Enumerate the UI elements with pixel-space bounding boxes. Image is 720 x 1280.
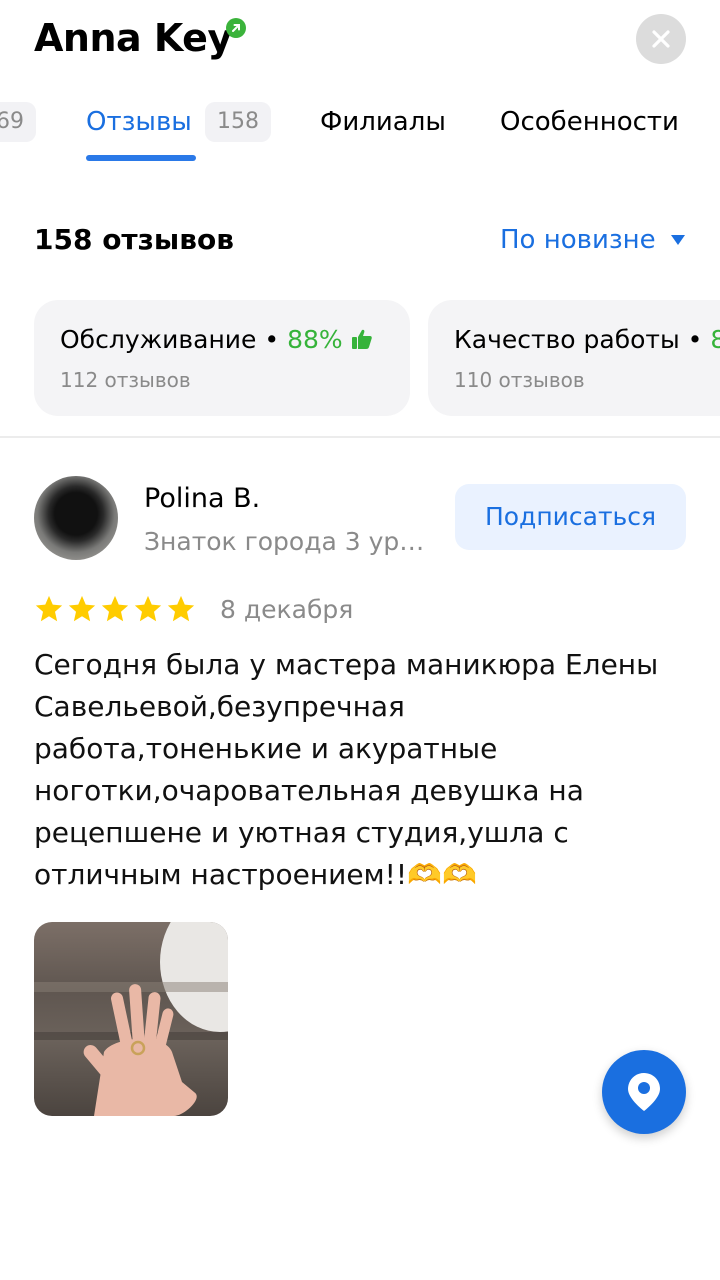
tab-count-previous[interactable]: 69 bbox=[0, 102, 36, 142]
category-subtitle: 110 отзывов bbox=[454, 368, 585, 392]
close-icon bbox=[652, 30, 670, 48]
avatar[interactable] bbox=[34, 476, 118, 560]
category-title: Обслуживание • 88% bbox=[60, 320, 373, 360]
close-button[interactable] bbox=[636, 14, 686, 64]
review-author-name[interactable]: Polina B. bbox=[144, 478, 260, 520]
tab-reviews-count: 158 bbox=[205, 102, 271, 142]
star-icon bbox=[101, 595, 129, 622]
star-icon bbox=[35, 595, 63, 622]
chevron-down-icon[interactable] bbox=[670, 234, 686, 246]
subscribe-button[interactable]: Подписаться bbox=[455, 484, 686, 550]
sort-dropdown[interactable]: По новизне bbox=[500, 220, 656, 260]
review-text: Сегодня была у мастера маникюра Елены Са… bbox=[34, 648, 659, 891]
reviews-count-heading: 158 отзывов bbox=[34, 223, 234, 256]
star-icon bbox=[167, 595, 195, 622]
category-card-quality[interactable]: Качество работы • 8 110 отзывов bbox=[428, 300, 720, 416]
star-icon bbox=[68, 595, 96, 622]
category-title: Качество работы • 8 bbox=[454, 320, 720, 360]
star-rating bbox=[34, 594, 196, 624]
verified-icon bbox=[226, 18, 246, 38]
category-card-service[interactable]: Обслуживание • 88% 112 отзывов bbox=[34, 300, 410, 416]
page-title: Anna Key bbox=[34, 16, 232, 60]
thumbs-up-icon bbox=[351, 329, 372, 349]
tab-branches[interactable]: Филиалы bbox=[320, 100, 446, 144]
review-author-level: Знаток города 3 уровня bbox=[144, 527, 434, 556]
active-tab-indicator bbox=[86, 155, 196, 161]
category-subtitle: 112 отзывов bbox=[60, 368, 191, 392]
tab-features[interactable]: Особенности bbox=[500, 100, 679, 144]
map-button[interactable] bbox=[602, 1050, 686, 1134]
star-icon bbox=[134, 595, 162, 622]
category-percent: 8 bbox=[710, 325, 720, 354]
map-pin-icon bbox=[628, 1073, 660, 1111]
divider bbox=[0, 436, 720, 438]
review-date: 8 декабря bbox=[220, 595, 354, 624]
tab-reviews[interactable]: Отзывы bbox=[86, 100, 192, 144]
category-percent: 88% bbox=[287, 325, 343, 354]
review-photo[interactable] bbox=[34, 922, 228, 1116]
